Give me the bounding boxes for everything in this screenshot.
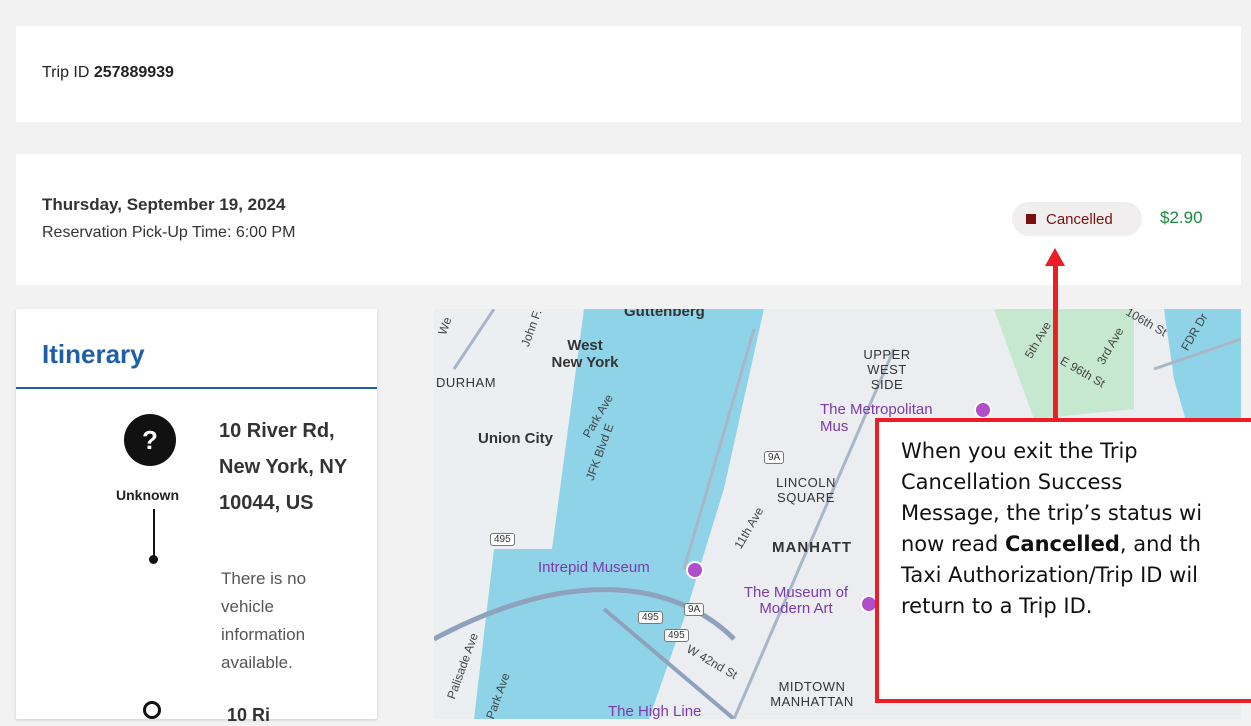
- dropoff-address: 10 Ri: [227, 705, 271, 725]
- stop-status-label: Unknown: [116, 487, 179, 503]
- route-495-shield: 495: [490, 533, 515, 546]
- itinerary-title: Itinerary: [42, 339, 145, 369]
- route-dot: [149, 555, 158, 564]
- route-9a-shield: 9A: [684, 603, 705, 616]
- map-label-high-line: The High Line: [608, 703, 702, 719]
- callout-arrow-shaft: [1053, 262, 1058, 420]
- trip-id-card: Trip ID 257889939: [16, 26, 1241, 122]
- map-label-intrepid: Intrepid Museum: [538, 559, 650, 576]
- map-label-durham: DURHAM: [436, 375, 497, 390]
- itinerary-panel: Itinerary ? Unknown 10 River Rd, New Yor…: [16, 309, 377, 725]
- trip-id-line: Trip ID 257889939: [42, 64, 174, 82]
- status-badge: Cancelled: [1012, 202, 1142, 236]
- route-495-shield-2: 495: [638, 611, 663, 624]
- route-9a-shield-2: 9A: [764, 451, 785, 464]
- trip-id-value: 257889939: [93, 64, 174, 81]
- callout-line-3: Message, the trip’s status wi: [901, 501, 1203, 525]
- map-label-lincoln-square: LINCOLN SQUARE: [776, 475, 836, 505]
- trip-price: $2.90: [1160, 208, 1203, 227]
- map-label-union-city: Union City: [478, 430, 553, 447]
- map-label-west-new-york: West New York: [551, 337, 619, 371]
- map-label-moma: The Museum of Modern Art: [743, 584, 849, 617]
- callout-line-4: now read Cancelled, and th: [901, 529, 1251, 560]
- callout-line-1: When you exit the Trip: [901, 439, 1138, 463]
- map-label-guttenberg: Guttenberg: [624, 309, 705, 320]
- status-square-icon: [1026, 214, 1036, 224]
- unknown-vehicle-icon: ?: [124, 414, 176, 466]
- vehicle-info-text: There is no vehicle information availabl…: [221, 569, 307, 672]
- callout-line-5: Taxi Authorization/Trip ID wil: [901, 563, 1198, 587]
- map-label-midtown: MIDTOWN MANHATTAN: [770, 679, 854, 709]
- reservation-date: Thursday, September 19, 2024: [42, 195, 286, 214]
- trip-id-label: Trip ID: [42, 64, 90, 81]
- museum-pin-icon[interactable]: [974, 401, 992, 419]
- callout-line-6: return to a Trip ID.: [901, 594, 1093, 618]
- intrepid-pin-icon[interactable]: [686, 561, 704, 579]
- route-495-shield-3: 495: [664, 629, 689, 642]
- map-label-upper-west-side: UPPER WEST SIDE: [863, 347, 911, 392]
- map-label-manhattan: MANHATT: [772, 539, 853, 556]
- callout-cancelled-bold: Cancelled: [1004, 532, 1120, 556]
- callout-arrow-head-icon: [1045, 248, 1065, 266]
- callout-line-2: Cancellation Success: [901, 470, 1123, 494]
- pickup-time: Reservation Pick-Up Time: 6:00 PM: [42, 224, 296, 241]
- callout-line-4-post: , and th: [1119, 532, 1201, 556]
- annotation-callout: When you exit the Trip Cancellation Succ…: [875, 418, 1251, 703]
- dropoff-pin-icon: [143, 701, 161, 719]
- callout-line-4-pre: now read: [901, 532, 1005, 556]
- status-text: Cancelled: [1046, 210, 1113, 228]
- itinerary-divider: [16, 387, 377, 389]
- route-line: [153, 509, 155, 557]
- pickup-address: 10 River Rd, New York, NY 10044, US: [219, 420, 347, 514]
